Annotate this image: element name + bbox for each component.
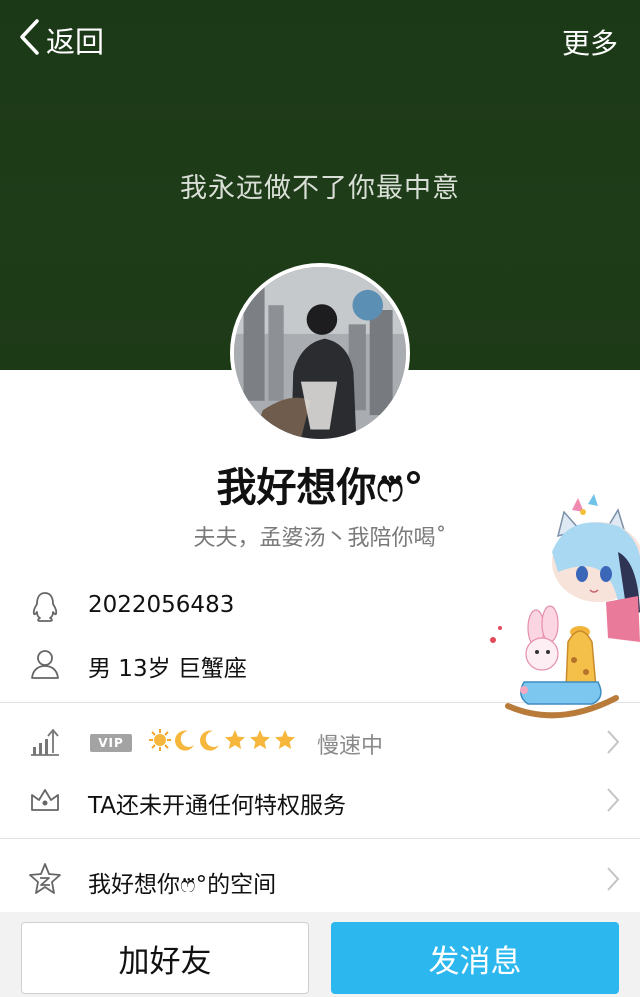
star-level-icon (248, 728, 272, 756)
moon-level-icon (198, 728, 222, 756)
gender-age-sign: 男 13岁 巨蟹座 (88, 656, 247, 682)
chevron-right-icon (606, 866, 620, 892)
star-level-icon (223, 728, 247, 756)
qzone-star-icon (28, 862, 62, 896)
qq-number: 2022056483 (88, 592, 235, 618)
level-chart-icon (28, 725, 62, 759)
avatar[interactable] (230, 263, 410, 443)
avatar-photo (234, 267, 406, 439)
divider (0, 838, 640, 839)
chevron-right-icon (606, 787, 620, 813)
back-button[interactable]: 返回 (18, 18, 105, 63)
chevron-left-icon (18, 18, 46, 63)
cover-caption: 我永远做不了你最中意 (180, 173, 460, 204)
level-icons (148, 728, 298, 756)
crown-icon (28, 783, 62, 817)
user-icon (28, 647, 62, 681)
star-level-icon (273, 728, 297, 756)
sun-level-icon (148, 728, 172, 756)
moon-level-icon (173, 728, 197, 756)
send-message-button[interactable]: 发消息 (331, 922, 619, 994)
add-friend-button[interactable]: 加好友 (21, 922, 309, 994)
top-bar: 返回 更多 (0, 0, 640, 80)
speed-status: 慢速中 (317, 734, 384, 759)
space-row[interactable]: 我好想你ෆ⃛°的空间 (0, 850, 640, 908)
penguin-icon (28, 590, 62, 624)
privilege-row[interactable]: TA还未开通任何特权服务 (0, 772, 640, 828)
back-label: 返回 (46, 25, 105, 59)
more-button[interactable]: 更多 (562, 22, 618, 62)
decorative-sticker (488, 492, 640, 742)
vip-badge: VIP (90, 734, 132, 752)
privilege-text: TA还未开通任何特权服务 (88, 793, 346, 819)
space-text: 我好想你ෆ⃛°的空间 (88, 872, 277, 898)
